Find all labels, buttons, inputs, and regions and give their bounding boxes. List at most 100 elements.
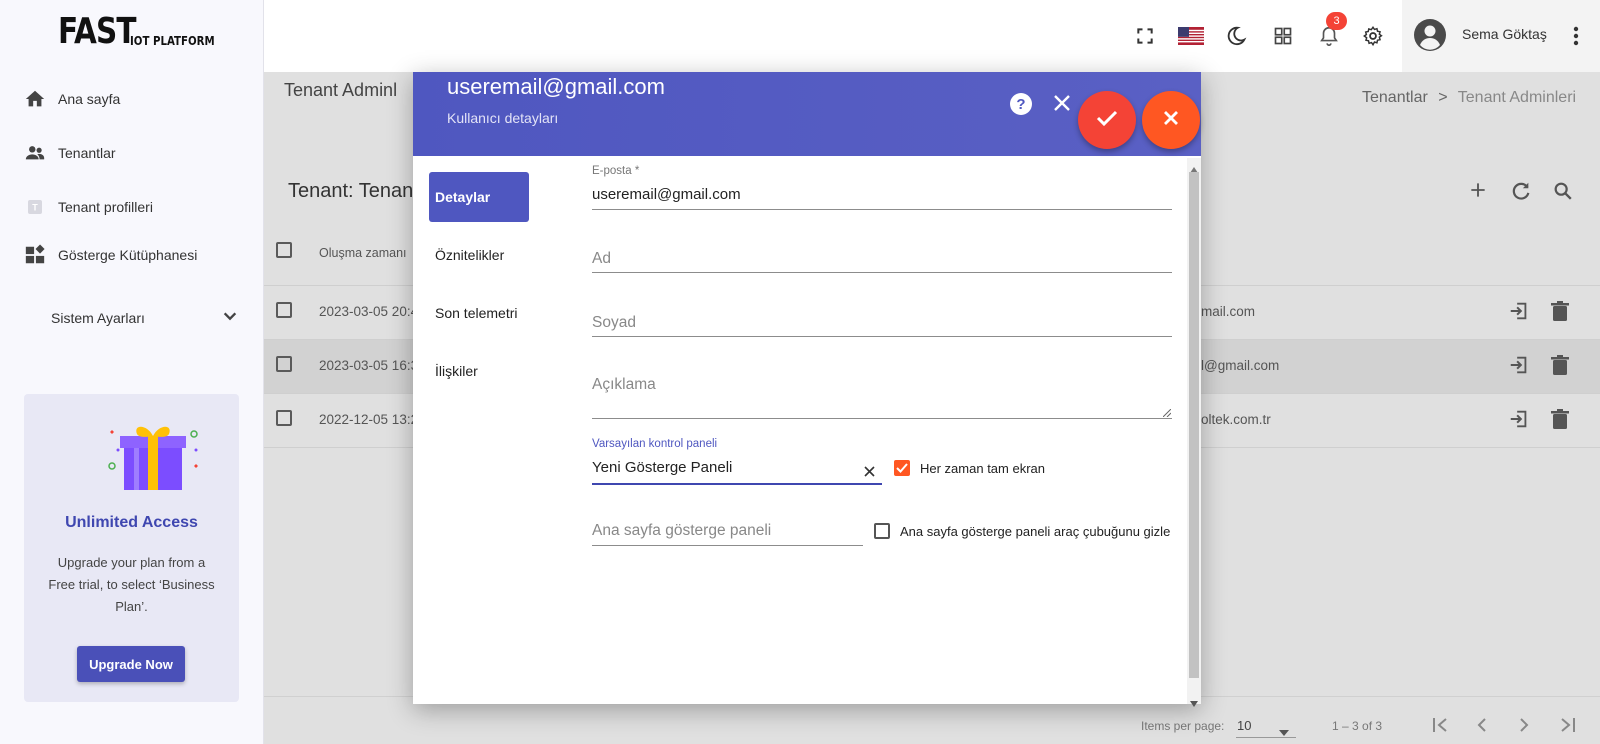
checkbox-checked-icon bbox=[894, 460, 910, 476]
user-avatar-icon[interactable] bbox=[1413, 18, 1447, 52]
page-range: 1 – 3 of 3 bbox=[1332, 719, 1383, 733]
topbar bbox=[264, 0, 1600, 72]
sidebar-item-label: Tenantlar bbox=[58, 145, 116, 161]
sidebar-item-system-settings[interactable]: Sistem Ayarları bbox=[51, 310, 145, 326]
clear-icon[interactable] bbox=[864, 464, 875, 482]
tab-relations[interactable]: İlişkiler bbox=[429, 346, 529, 396]
dialog-scrollbar[interactable] bbox=[1187, 158, 1201, 707]
search-icon[interactable] bbox=[1552, 180, 1574, 207]
sidebar-item-tenants[interactable]: Tenantlar bbox=[24, 142, 116, 164]
close-icon[interactable] bbox=[1053, 94, 1071, 117]
email-field-label: E-posta * bbox=[592, 165, 640, 177]
svg-text:?: ? bbox=[1016, 96, 1025, 113]
people-icon bbox=[24, 142, 46, 164]
promo-title: Unlimited Access bbox=[65, 514, 198, 531]
check-icon bbox=[1096, 109, 1118, 132]
items-per-page-label: Items per page: bbox=[1141, 719, 1225, 733]
delete-icon[interactable] bbox=[1550, 408, 1570, 435]
sidebar-item-label: Tenant profilleri bbox=[58, 199, 153, 215]
first-name-field[interactable]: Ad bbox=[592, 250, 611, 268]
email-field-underline bbox=[592, 209, 1172, 210]
always-fullscreen-checkbox[interactable]: Her zaman tam ekran bbox=[894, 460, 1045, 476]
breadcrumb: Tenantlar > Tenant Adminleri bbox=[1362, 89, 1576, 107]
dropdown-arrow-icon[interactable] bbox=[1279, 723, 1289, 741]
column-header-created[interactable]: Oluşma zamanı bbox=[319, 246, 407, 260]
always-fullscreen-label: Her zaman tam ekran bbox=[920, 460, 1045, 476]
tab-details[interactable]: Detaylar bbox=[429, 172, 529, 222]
sidebar-item-home[interactable]: Ana sayfa bbox=[24, 88, 120, 110]
promo-text: Upgrade your plan from a Free trial, to … bbox=[48, 555, 215, 614]
logo-main-text: FAST bbox=[58, 11, 137, 52]
row-checkbox[interactable] bbox=[276, 302, 292, 318]
previous-page-icon[interactable] bbox=[1476, 717, 1488, 738]
dialog-header: useremail@gmail.com Kullanıcı detayları … bbox=[413, 72, 1201, 156]
us-flag-icon[interactable] bbox=[1177, 24, 1205, 48]
delete-icon[interactable] bbox=[1550, 300, 1570, 327]
login-as-user-icon[interactable] bbox=[1508, 354, 1530, 381]
default-dashboard-label: Varsayılan kontrol paneli bbox=[592, 438, 718, 450]
description-underline bbox=[592, 418, 1172, 419]
sidebar: FAST IOT PLATFORM Ana sayfa Tenantlar T … bbox=[0, 0, 264, 744]
description-field[interactable]: Açıklama bbox=[592, 376, 656, 394]
breadcrumb-current: Tenant Adminleri bbox=[1457, 89, 1577, 106]
apps-grid-icon[interactable] bbox=[1271, 24, 1295, 48]
login-as-user-icon[interactable] bbox=[1508, 408, 1530, 435]
more-vert-icon[interactable] bbox=[1568, 24, 1584, 48]
fullscreen-icon[interactable] bbox=[1133, 24, 1157, 48]
notification-count-badge: 3 bbox=[1326, 12, 1347, 30]
tab-latest-telemetry[interactable]: Son telemetri bbox=[429, 288, 529, 338]
user-name[interactable]: Sema Göktaş bbox=[1462, 26, 1547, 42]
sidebar-item-label: Ana sayfa bbox=[58, 91, 121, 107]
last-name-field[interactable]: Soyad bbox=[592, 314, 636, 332]
sidebar-item-dashboard-library[interactable]: Gösterge Kütüphanesi bbox=[24, 244, 197, 266]
next-page-icon[interactable] bbox=[1518, 717, 1530, 738]
page-title: Tenant Adminl bbox=[284, 80, 398, 100]
row-checkbox[interactable] bbox=[276, 356, 292, 372]
row-created-cell: 2023-03-05 16:3 bbox=[319, 358, 419, 373]
email-field[interactable]: useremail@gmail.com bbox=[592, 186, 741, 203]
first-name-underline bbox=[592, 272, 1172, 273]
help-icon[interactable]: ? bbox=[1009, 92, 1033, 121]
scrollbar-thumb[interactable] bbox=[1189, 172, 1199, 678]
row-email-cell: oltek.com.tr bbox=[1201, 412, 1271, 427]
first-page-icon[interactable] bbox=[1432, 717, 1450, 738]
sidebar-item-tenant-profiles[interactable]: T Tenant profilleri bbox=[24, 196, 153, 218]
dark-mode-moon-icon[interactable] bbox=[1224, 24, 1248, 48]
user-details-dialog: useremail@gmail.com Kullanıcı detayları … bbox=[413, 72, 1201, 707]
breadcrumb-separator: > bbox=[1438, 89, 1448, 106]
row-created-cell: 2022-12-05 13:2 bbox=[319, 412, 419, 427]
default-dashboard-field[interactable]: Yeni Gösterge Paneli bbox=[592, 459, 732, 476]
chevron-down-icon[interactable] bbox=[222, 308, 238, 329]
add-icon[interactable] bbox=[1468, 180, 1488, 205]
upgrade-now-button[interactable]: Upgrade Now bbox=[77, 646, 185, 682]
dialog-subtitle: Kullanıcı detayları bbox=[447, 110, 559, 126]
default-dashboard-underline bbox=[592, 483, 882, 485]
cancel-button[interactable] bbox=[1142, 91, 1200, 149]
last-page-icon[interactable] bbox=[1558, 717, 1576, 738]
breadcrumb-tenants[interactable]: Tenantlar bbox=[1362, 89, 1428, 106]
login-as-user-icon[interactable] bbox=[1508, 300, 1530, 327]
close-icon bbox=[1163, 110, 1179, 131]
scroll-down-icon[interactable] bbox=[1190, 694, 1198, 712]
gift-icon bbox=[104, 416, 204, 497]
refresh-icon[interactable] bbox=[1510, 180, 1532, 207]
home-icon bbox=[24, 88, 46, 110]
last-name-underline bbox=[592, 336, 1172, 337]
upgrade-promo-card: Unlimited Access Upgrade your plan from … bbox=[24, 394, 239, 702]
select-all-checkbox[interactable] bbox=[276, 242, 292, 258]
hide-toolbar-label: Ana sayfa gösterge paneli araç çubuğunu … bbox=[900, 523, 1171, 539]
delete-icon[interactable] bbox=[1550, 354, 1570, 381]
resize-handle-icon[interactable] bbox=[1162, 404, 1172, 422]
dashboard-library-icon bbox=[24, 244, 46, 266]
hide-toolbar-checkbox[interactable]: Ana sayfa gösterge paneli araç çubuğunu … bbox=[874, 523, 1170, 539]
app-logo[interactable]: FAST IOT PLATFORM bbox=[58, 14, 230, 50]
settings-gear-icon[interactable] bbox=[1361, 24, 1385, 48]
items-per-page-select[interactable]: 10 bbox=[1237, 718, 1251, 733]
tab-attributes[interactable]: Öznitelikler bbox=[429, 230, 529, 280]
home-dashboard-field[interactable]: Ana sayfa gösterge paneli bbox=[592, 522, 771, 540]
row-checkbox[interactable] bbox=[276, 410, 292, 426]
logo-sub-text: IOT PLATFORM bbox=[130, 34, 215, 48]
save-button[interactable] bbox=[1078, 91, 1136, 149]
checkbox-unchecked-icon bbox=[874, 523, 890, 539]
row-email-cell: mail.com bbox=[1201, 304, 1256, 319]
